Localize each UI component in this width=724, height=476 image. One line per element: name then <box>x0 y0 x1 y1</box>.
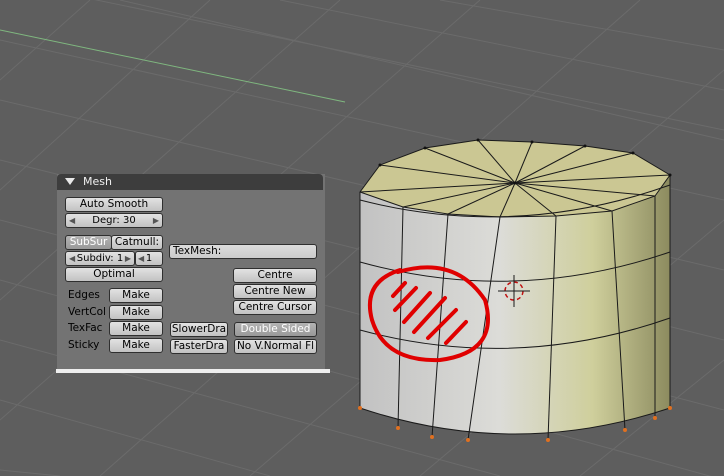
decrement-arrow-icon[interactable]: ◀ <box>69 214 75 227</box>
texmesh-field[interactable]: TexMesh: <box>169 244 317 259</box>
no-vnormal-flip-toggle[interactable]: No V.Normal Fl <box>234 339 317 354</box>
vertcol-label: VertCol <box>68 306 106 318</box>
double-sided-toggle[interactable]: Double Sided <box>234 322 317 337</box>
centre-cursor-button[interactable]: Centre Cursor <box>233 300 317 315</box>
degr-number-field[interactable]: ◀ Degr: 30 ▶ <box>65 213 163 228</box>
subdiv-number-field[interactable]: ◀ Subdiv: 1 ▶ <box>65 251 135 266</box>
edges-label: Edges <box>68 289 100 301</box>
texfac-label: TexFac <box>68 322 103 334</box>
increment-arrow-icon[interactable]: ▶ <box>125 252 131 265</box>
auto-smooth-button[interactable]: Auto Smooth <box>65 197 163 212</box>
subdiv-value: Subdiv: 1 <box>76 253 124 264</box>
edges-make-button[interactable]: Make <box>109 288 163 303</box>
texfac-make-button[interactable]: Make <box>109 321 163 336</box>
decrement-arrow-icon[interactable]: ◀ <box>69 252 75 265</box>
panel-header[interactable]: Mesh <box>57 174 323 190</box>
decrement-arrow-icon[interactable]: ◀ <box>138 252 144 265</box>
subdiv-render-value: 1 <box>145 253 153 264</box>
subdiv-render-field[interactable]: ◀ 1 <box>135 251 163 266</box>
increment-arrow-icon[interactable]: ▶ <box>153 214 159 227</box>
centre-new-button[interactable]: Centre New <box>233 284 317 299</box>
panel-title: Mesh <box>83 175 112 188</box>
centre-button[interactable]: Centre <box>233 268 317 283</box>
panel-bottom-divider <box>56 369 330 373</box>
faster-draw-button[interactable]: FasterDra <box>170 339 228 354</box>
collapse-triangle-icon[interactable] <box>65 178 75 185</box>
subsurf-toggle[interactable]: SubSur <box>65 235 112 250</box>
degr-value: Degr: 30 <box>92 215 136 226</box>
sticky-make-button[interactable]: Make <box>109 338 163 353</box>
slower-draw-button[interactable]: SlowerDra <box>170 322 228 337</box>
optimal-button[interactable]: Optimal <box>65 267 163 282</box>
cylinder-top-cap <box>359 139 671 218</box>
sticky-label: Sticky <box>68 339 100 351</box>
vertcol-make-button[interactable]: Make <box>109 305 163 320</box>
mesh-panel: Mesh Auto Smooth ◀ Degr: 30 ▶ SubSur Cat… <box>57 174 325 370</box>
catmull-dropdown[interactable]: Catmull: <box>111 235 163 250</box>
